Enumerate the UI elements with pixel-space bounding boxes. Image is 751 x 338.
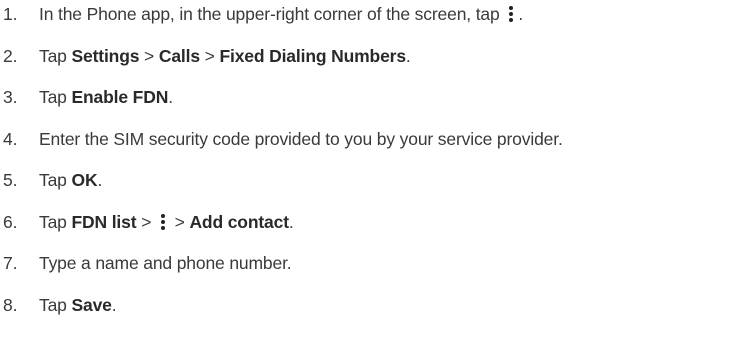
instruction-list: 1. In the Phone app, in the upper-right … bbox=[0, 4, 751, 336]
ui-term-add-contact: Add contact bbox=[189, 211, 289, 232]
step-1: 1. In the Phone app, in the upper-right … bbox=[0, 4, 751, 46]
step-text: Tap Save. bbox=[39, 295, 751, 316]
ui-term-fdn-list: FDN list bbox=[71, 211, 137, 232]
ui-term-fixed-dialing-numbers: Fixed Dialing Numbers bbox=[219, 45, 406, 66]
step-5: 5. Tap OK. bbox=[0, 170, 751, 212]
ui-term-settings: Settings bbox=[71, 45, 140, 66]
path-separator: > bbox=[204, 45, 215, 66]
step-text-part: . bbox=[518, 4, 524, 24]
step-number: 5. bbox=[3, 170, 18, 190]
path-separator: > bbox=[144, 45, 155, 66]
step-text-part: Tap bbox=[39, 87, 67, 107]
step-3: 3. Tap Enable FDN. bbox=[0, 87, 751, 129]
step-text-part: . bbox=[288, 211, 294, 232]
step-number: 6. bbox=[3, 211, 18, 232]
step-text: Tap FDN list > > Add contact. bbox=[39, 212, 751, 233]
ui-term-enable-fdn: Enable FDN bbox=[71, 87, 169, 107]
path-separator: > bbox=[174, 211, 185, 232]
step-7: 7. Type a name and phone number. bbox=[0, 253, 751, 295]
step-text: In the Phone app, in the upper-right cor… bbox=[39, 4, 751, 25]
ui-term-ok: OK bbox=[71, 170, 98, 190]
path-separator: > bbox=[141, 211, 152, 232]
step-text-part: Tap bbox=[39, 211, 67, 232]
step-text: Tap Settings > Calls > Fixed Dialing Num… bbox=[39, 46, 751, 67]
step-text-part: . bbox=[168, 87, 173, 107]
step-2: 2. Tap Settings > Calls > Fixed Dialing … bbox=[0, 46, 751, 88]
ui-term-save: Save bbox=[71, 294, 112, 315]
step-number: 1. bbox=[3, 4, 18, 24]
step-text-part: Enter the SIM security code provided to … bbox=[39, 128, 563, 149]
step-8: 8. Tap Save. bbox=[0, 295, 751, 337]
more-options-icon bbox=[159, 213, 167, 230]
step-4: 4. Enter the SIM security code provided … bbox=[0, 129, 751, 171]
step-text-part: . bbox=[97, 170, 103, 190]
step-number: 8. bbox=[3, 294, 18, 315]
step-number: 2. bbox=[3, 45, 18, 66]
step-text: Tap Enable FDN. bbox=[39, 87, 751, 108]
step-number: 3. bbox=[3, 87, 18, 107]
step-text: Type a name and phone number. bbox=[39, 253, 751, 274]
step-6: 6. Tap FDN list > > Add contact. bbox=[0, 212, 751, 254]
more-options-icon bbox=[507, 5, 515, 22]
step-text: Tap OK. bbox=[39, 170, 751, 191]
step-number: 4. bbox=[3, 128, 18, 149]
step-text-part: In the Phone app, in the upper-right cor… bbox=[39, 4, 500, 24]
ui-term-calls: Calls bbox=[158, 45, 200, 66]
step-text: Enter the SIM security code provided to … bbox=[39, 129, 751, 150]
step-text-part: Type a name and phone number. bbox=[39, 253, 292, 273]
step-text-part: Tap bbox=[39, 45, 67, 66]
step-text-part: Tap bbox=[39, 294, 67, 315]
step-text-part: Tap bbox=[39, 170, 67, 190]
step-text-part: . bbox=[111, 294, 117, 315]
step-text-part: . bbox=[405, 45, 411, 66]
step-number: 7. bbox=[3, 253, 18, 273]
